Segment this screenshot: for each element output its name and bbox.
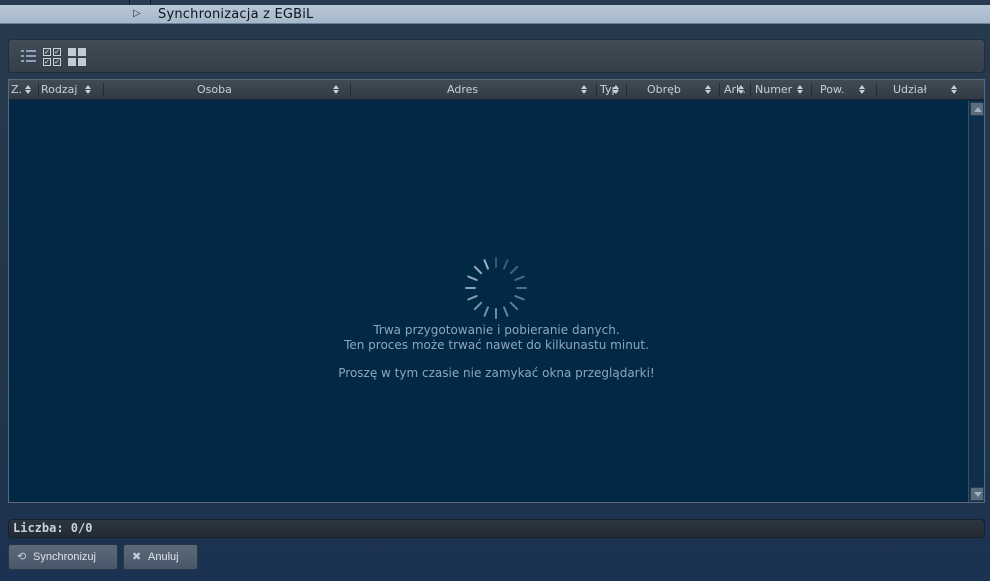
- toolbar: ✓ ✓ ✓ ✓: [8, 39, 985, 73]
- sort-icon: [613, 85, 620, 95]
- spinner-tick: [509, 265, 519, 275]
- column-header-obreb[interactable]: Obręb: [629, 80, 714, 100]
- spinner-tick: [502, 258, 509, 270]
- scroll-down-icon[interactable]: [970, 487, 984, 501]
- vertical-scrollbar[interactable]: [968, 101, 984, 502]
- spinner-tick: [473, 301, 483, 311]
- spinner-tick: [495, 308, 497, 319]
- refresh-icon: ⟲: [17, 551, 27, 563]
- sort-icon: [25, 85, 32, 95]
- column-header-osoba[interactable]: Osoba: [105, 80, 345, 100]
- sort-icon: [705, 85, 712, 95]
- spinner-tick: [465, 287, 476, 289]
- column-header-udzial[interactable]: Udział: [879, 80, 961, 100]
- column-header-ark[interactable]: Ark.: [722, 80, 750, 100]
- synchronize-button-label: Synchronizuj: [33, 551, 96, 563]
- column-header-numer[interactable]: Numer: [754, 80, 806, 100]
- check-all-icon[interactable]: ✓ ✓ ✓ ✓: [43, 48, 61, 66]
- column-header-pow[interactable]: Pow.: [820, 80, 870, 100]
- spinner-tick: [514, 294, 526, 301]
- sort-icon: [85, 85, 92, 95]
- spinner-tick: [473, 265, 483, 275]
- list-icon[interactable]: [21, 48, 39, 66]
- loading-message-line-1: Trwa przygotowanie i pobieranie danych.: [373, 323, 620, 337]
- column-header-adres[interactable]: Adres: [352, 80, 592, 100]
- spinner-tick: [466, 275, 478, 282]
- expand-triangle-icon[interactable]: ▷: [133, 8, 141, 19]
- column-header-z[interactable]: Z.: [11, 80, 39, 100]
- count-bar: Liczba: 0/0: [8, 519, 985, 538]
- table-header: Z. Rodzaj Osoba Adres Typ Obręb Ark. Num…: [9, 80, 984, 100]
- sort-icon: [859, 85, 866, 95]
- data-grid: Z. Rodzaj Osoba Adres Typ Obręb Ark. Num…: [8, 79, 985, 503]
- spinner-tick: [495, 257, 497, 268]
- sort-icon: [797, 85, 804, 95]
- title-bar: ▷ Synchronizacja z EGBiL: [0, 0, 990, 24]
- loading-warning: Proszę w tym czasie nie zamykać okna prz…: [338, 366, 655, 380]
- spinner-tick: [483, 306, 490, 318]
- spinner-tick: [514, 275, 526, 282]
- spinner-tick: [502, 306, 509, 318]
- cancel-button-label: Anuluj: [148, 551, 179, 563]
- column-header-typ[interactable]: Typ: [599, 80, 624, 100]
- loading-message-line-2: Ten proces może trwać nawet do kilkunast…: [344, 338, 649, 352]
- loading-spinner-icon: [464, 255, 530, 321]
- spinner-tick: [516, 287, 527, 289]
- column-header-rodzaj[interactable]: Rodzaj: [41, 80, 101, 100]
- synchronize-button[interactable]: ⟲ Synchronizuj: [8, 544, 118, 570]
- spinner-tick: [466, 294, 478, 301]
- scroll-up-icon[interactable]: [970, 102, 984, 116]
- spinner-tick: [509, 301, 519, 311]
- sort-icon: [951, 85, 958, 95]
- sort-icon: [738, 85, 745, 95]
- sort-icon: [333, 85, 340, 95]
- spinner-tick: [483, 258, 490, 270]
- window-title: Synchronizacja z EGBiL: [158, 7, 314, 22]
- grid-view-icon[interactable]: [68, 48, 86, 66]
- count-label: Liczba: 0/0: [13, 521, 93, 535]
- cancel-button[interactable]: ✖ Anuluj: [123, 544, 198, 570]
- title-separator: [129, 0, 151, 5]
- sort-icon: [581, 85, 588, 95]
- close-icon: ✖: [132, 551, 142, 563]
